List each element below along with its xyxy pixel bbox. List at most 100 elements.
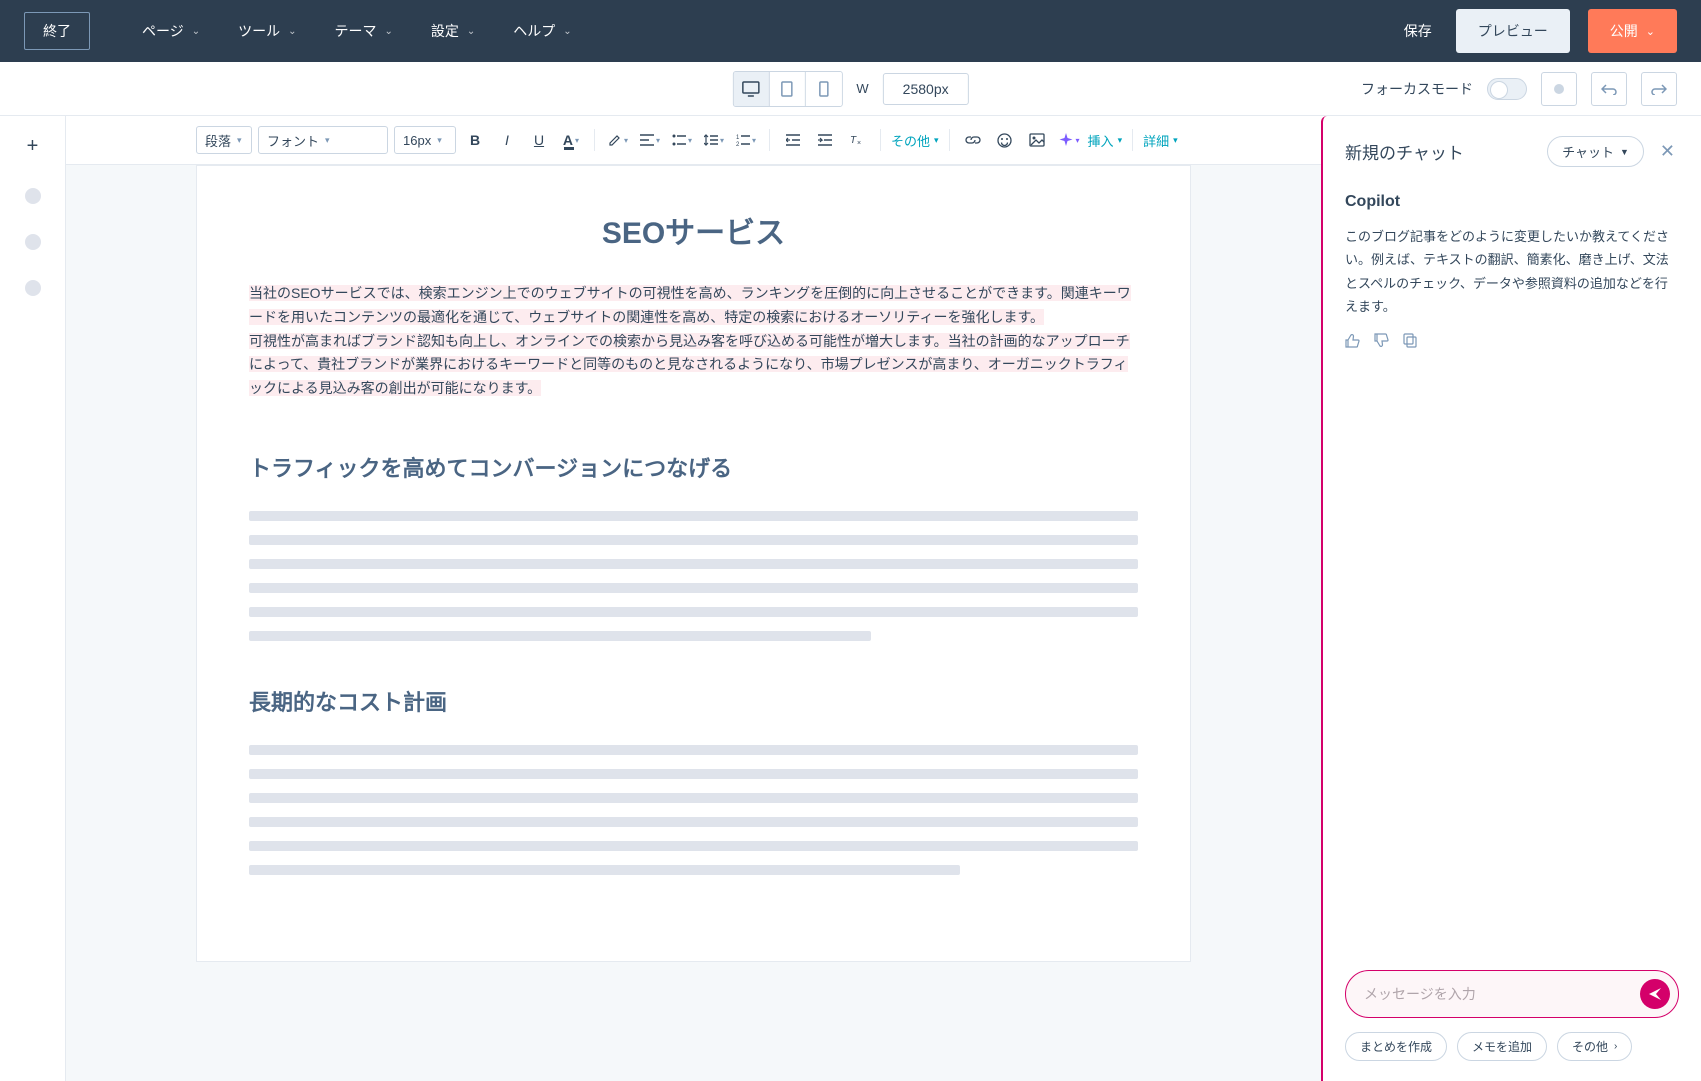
exit-button[interactable]: 終了 [24, 12, 90, 50]
italic-button[interactable]: I [494, 127, 520, 153]
send-message-button[interactable] [1640, 979, 1670, 1009]
undo-button[interactable] [1591, 72, 1627, 106]
undo-icon [1601, 83, 1617, 95]
copy-button[interactable] [1403, 333, 1417, 348]
image-icon [1029, 133, 1045, 147]
align-icon [640, 134, 654, 146]
chevron-down-icon: ⌄ [1646, 25, 1655, 38]
insert-dropdown[interactable]: 挿入▾ [1088, 131, 1123, 150]
sub-toolbar: W フォーカスモード [0, 62, 1701, 116]
indent-button[interactable] [812, 127, 838, 153]
rail-item-2[interactable] [25, 234, 41, 250]
outdent-icon [786, 134, 800, 146]
chat-quick-actions: まとめを作成 メモを追加 その他› [1345, 1032, 1679, 1061]
send-icon [1648, 987, 1662, 1001]
section-heading-2: 長期的なコスト計画 [249, 685, 1138, 717]
intro-paragraph-1: 当社のSEOサービスでは、検索エンジン上でのウェブサイトの可視性を高め、ランキン… [249, 285, 1131, 325]
save-button[interactable]: 保存 [1404, 21, 1432, 41]
chevron-down-icon: ⌄ [288, 26, 296, 37]
link-button[interactable] [960, 127, 986, 153]
align-button[interactable]: ▾ [637, 127, 663, 153]
paragraph-style-select[interactable]: 段落▾ [196, 126, 252, 154]
chevron-down-icon: ⌄ [192, 26, 200, 37]
device-tablet-button[interactable] [769, 72, 805, 106]
chat-menu-dropdown[interactable]: チャット▼ [1547, 136, 1644, 167]
image-button[interactable] [1024, 127, 1050, 153]
rail-item-3[interactable] [25, 280, 41, 296]
placeholder-block-2 [249, 745, 1138, 875]
action-add-memo[interactable]: メモを追加 [1457, 1032, 1547, 1061]
text-color-button[interactable]: A▾ [558, 127, 584, 153]
focus-mode-label: フォーカスモード [1361, 79, 1473, 99]
top-nav-bar: 終了 ページ⌄ ツール⌄ テーマ⌄ 設定⌄ ヘルプ⌄ 保存 プレビュー 公開⌄ [0, 0, 1701, 62]
left-rail: + [0, 116, 66, 1081]
chevron-down-icon: ⌄ [563, 26, 571, 37]
numbered-list-icon: 12 [736, 134, 750, 146]
highlight-button[interactable]: ▾ [605, 127, 631, 153]
focus-mode-toggle[interactable] [1487, 78, 1527, 100]
indent-icon [818, 134, 832, 146]
menu-settings[interactable]: 設定⌄ [415, 13, 491, 49]
editor-canvas: 段落▾ フォント▾ 16px▾ B I U A▾ ▾ ▾ ▾ ▾ 12▾ T× … [66, 116, 1321, 1081]
bullet-list-button[interactable]: ▾ [669, 127, 695, 153]
desktop-icon [742, 81, 760, 97]
list-icon [672, 134, 686, 146]
intro-paragraph-2: 可視性が高まればブランド認知も向上し、オンラインでの検索から見込み客を呼び込める… [249, 333, 1130, 397]
chat-agent-message: このブログ記事をどのように変更したいか教えてください。例えば、テキストの翻訳、簡… [1345, 225, 1679, 319]
highlighter-icon [608, 133, 622, 147]
rail-item-1[interactable] [25, 188, 41, 204]
chat-agent-name: Copilot [1345, 193, 1679, 211]
svg-text:T: T [850, 135, 857, 146]
thumbs-up-icon [1345, 333, 1360, 348]
font-select[interactable]: フォント▾ [258, 126, 388, 154]
copilot-chat-panel: 新規のチャット チャット▼ ✕ Copilot このブログ記事をどのように変更し… [1321, 116, 1701, 1081]
action-other[interactable]: その他› [1557, 1032, 1632, 1061]
copy-icon [1403, 333, 1417, 348]
chat-input-container [1345, 970, 1679, 1018]
publish-button[interactable]: 公開⌄ [1588, 9, 1677, 53]
menu-tool[interactable]: ツール⌄ [222, 13, 312, 49]
ai-sparkle-button[interactable]: ▾ [1056, 127, 1082, 153]
content-page[interactable]: SEOサービス 当社のSEOサービスでは、検索エンジン上でのウェブサイトの可視性… [196, 165, 1191, 962]
more-dropdown[interactable]: その他▾ [891, 131, 939, 150]
preview-button[interactable]: プレビュー [1456, 9, 1570, 53]
thumbs-down-icon [1374, 333, 1389, 348]
device-preview-group [732, 71, 842, 107]
sparkle-icon [1058, 132, 1074, 148]
chevron-down-icon: ⌄ [385, 26, 393, 37]
redo-icon [1651, 83, 1667, 95]
line-height-button[interactable]: ▾ [701, 127, 727, 153]
mobile-icon [818, 81, 828, 97]
svg-text:2: 2 [736, 142, 740, 146]
highlighted-intro: 当社のSEOサービスでは、検索エンジン上でのウェブサイトの可視性を高め、ランキン… [249, 282, 1138, 401]
close-chat-button[interactable]: ✕ [1656, 137, 1679, 166]
thumbs-up-button[interactable] [1345, 333, 1360, 348]
page-title: SEOサービス [249, 208, 1138, 252]
svg-text:1: 1 [736, 135, 740, 141]
device-mobile-button[interactable] [805, 72, 841, 106]
add-module-button[interactable]: + [21, 134, 45, 158]
menu-page[interactable]: ページ⌄ [126, 13, 216, 49]
redo-button[interactable] [1641, 72, 1677, 106]
menu-help[interactable]: ヘルプ⌄ [497, 13, 587, 49]
details-dropdown[interactable]: 詳細▾ [1143, 131, 1178, 150]
action-create-summary[interactable]: まとめを作成 [1345, 1032, 1447, 1061]
chat-message-reactions [1345, 333, 1679, 348]
emoji-icon [997, 133, 1012, 148]
underline-button[interactable]: U [526, 127, 552, 153]
record-button[interactable] [1541, 72, 1577, 106]
outdent-button[interactable] [780, 127, 806, 153]
emoji-button[interactable] [992, 127, 1018, 153]
clear-format-button[interactable]: T× [844, 127, 870, 153]
circle-icon [1553, 83, 1565, 95]
width-input[interactable] [883, 73, 969, 105]
clear-format-icon: T× [850, 133, 864, 147]
device-desktop-button[interactable] [733, 72, 769, 106]
chat-message-input[interactable] [1364, 986, 1640, 1002]
bold-button[interactable]: B [462, 127, 488, 153]
line-height-icon [704, 134, 718, 146]
numbered-list-button[interactable]: 12▾ [733, 127, 759, 153]
menu-theme[interactable]: テーマ⌄ [319, 13, 409, 49]
thumbs-down-button[interactable] [1374, 333, 1389, 348]
font-size-select[interactable]: 16px▾ [394, 126, 456, 154]
